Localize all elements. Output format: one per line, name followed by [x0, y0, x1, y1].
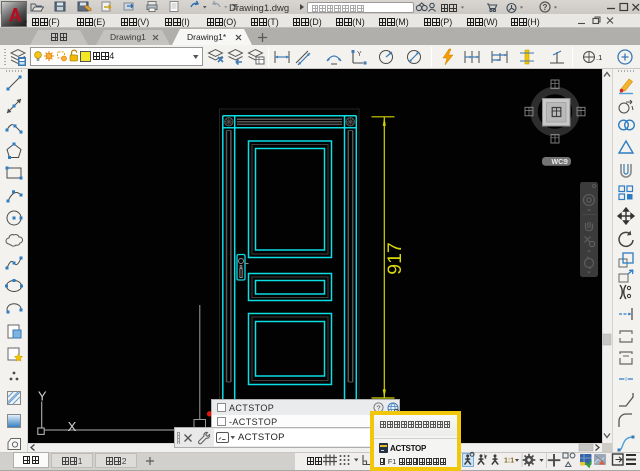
svg-text:Y: Y: [38, 389, 47, 404]
svg-text:?: ?: [543, 3, 548, 12]
svg-text:X: X: [68, 419, 77, 434]
svg-text:Y: Y: [357, 51, 362, 58]
svg-text:WCS: WCS: [552, 159, 569, 166]
svg-text:1:1: 1:1: [504, 458, 514, 465]
svg-text:917: 917: [384, 242, 406, 275]
svg-text:.1: .1: [596, 53, 602, 62]
